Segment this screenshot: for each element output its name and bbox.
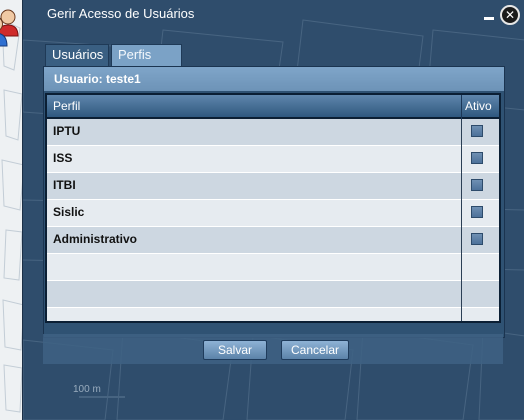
column-separator <box>461 95 462 119</box>
title-bar[interactable]: Gerir Acesso de Usuários ✕ <box>23 0 524 30</box>
save-button[interactable]: Salvar <box>203 340 267 360</box>
ativo-checkbox[interactable] <box>471 125 483 137</box>
ativo-checkbox[interactable] <box>471 233 483 245</box>
ativo-checkbox[interactable] <box>471 152 483 164</box>
tab-usuarios[interactable]: Usuários <box>45 44 109 66</box>
table-row[interactable]: Sislic <box>47 200 499 227</box>
panel-header: Usuario: teste1 <box>44 67 504 91</box>
column-header-ativo[interactable]: Ativo <box>465 99 492 113</box>
column-header-perfil[interactable]: Perfil <box>53 99 80 113</box>
table-row[interactable]: IPTU <box>47 119 499 146</box>
close-button[interactable]: ✕ <box>500 5 520 25</box>
tab-perfis[interactable]: Perfis <box>111 44 182 66</box>
ativo-checkbox[interactable] <box>471 206 483 218</box>
empty-row <box>47 281 499 308</box>
table-row[interactable]: ITBI <box>47 173 499 200</box>
perfil-cell: ISS <box>53 151 73 165</box>
users-icon <box>0 6 28 50</box>
perfil-cell: Sislic <box>53 205 85 219</box>
cancel-button[interactable]: Cancelar <box>281 340 349 360</box>
minimize-button[interactable] <box>483 10 495 20</box>
minimize-icon <box>484 17 494 20</box>
perfil-cell: IPTU <box>53 124 81 138</box>
close-icon: ✕ <box>504 8 516 22</box>
empty-row <box>47 254 499 281</box>
perfil-cell: ITBI <box>53 178 76 192</box>
profiles-grid: Perfil Ativo IPTU ISS ITBI Sislic Admini… <box>45 93 501 323</box>
grid-header: Perfil Ativo <box>47 95 499 119</box>
table-row[interactable]: Administrativo <box>47 227 499 254</box>
table-row[interactable]: ISS <box>47 146 499 173</box>
perfil-cell: Administrativo <box>53 232 138 246</box>
column-divider <box>461 119 462 321</box>
map-scale-label: 100 m <box>73 384 101 395</box>
empty-row <box>47 308 499 321</box>
user-label: Usuario: teste1 <box>54 72 141 86</box>
button-bar <box>43 334 503 364</box>
access-dialog: Gerir Acesso de Usuários ✕ Usuários Perf… <box>22 0 524 420</box>
ativo-checkbox[interactable] <box>471 179 483 191</box>
grid-body: IPTU ISS ITBI Sislic Administrativo <box>47 119 499 321</box>
dialog-title: Gerir Acesso de Usuários <box>47 6 195 21</box>
